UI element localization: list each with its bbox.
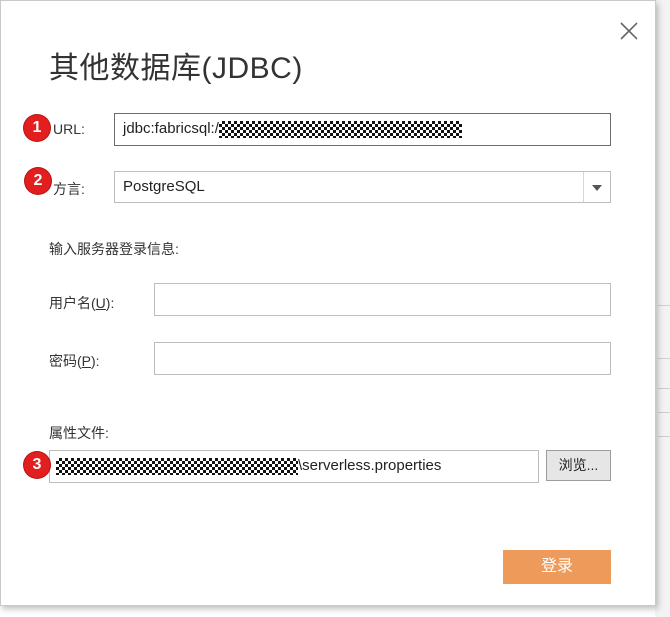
badge-3: 3	[24, 452, 50, 478]
badge-1: 1	[24, 115, 50, 141]
url-input-value: jdbc:fabricsql:/	[123, 120, 219, 137]
background-window	[655, 0, 670, 617]
dialect-label: 方言:	[53, 181, 85, 197]
username-input[interactable]	[154, 283, 611, 316]
url-input[interactable]: jdbc:fabricsql:/	[114, 113, 611, 146]
browse-button[interactable]: 浏览...	[546, 450, 611, 481]
background-divider	[658, 358, 670, 359]
login-button[interactable]: 登录	[503, 550, 611, 584]
username-label: 用户名(U):	[49, 295, 115, 311]
password-label: 密码(P):	[49, 353, 100, 369]
close-icon[interactable]	[617, 19, 641, 43]
properties-file-label: 属性文件:	[49, 425, 109, 441]
url-label: URL:	[53, 121, 85, 137]
dialect-select[interactable]: PostgreSQL	[114, 171, 611, 203]
login-section-heading: 输入服务器登录信息:	[49, 241, 179, 257]
redacted-path-region	[56, 457, 298, 475]
chevron-down-icon[interactable]	[583, 172, 610, 202]
jdbc-connection-dialog: 其他数据库(JDBC) URL: jdbc:fabricsql:/ 1 方言: …	[0, 0, 656, 606]
password-input[interactable]	[154, 342, 611, 375]
background-divider	[658, 412, 670, 413]
background-divider	[658, 388, 670, 389]
background-divider	[658, 436, 670, 437]
dialog-title: 其他数据库(JDBC)	[49, 52, 303, 85]
dialect-selected-value: PostgreSQL	[123, 178, 205, 195]
redacted-url-region	[218, 120, 462, 138]
properties-file-value: \serverless.properties	[298, 457, 442, 474]
background-divider	[658, 305, 670, 306]
badge-2: 2	[25, 168, 51, 194]
properties-file-input[interactable]: \serverless.properties	[49, 450, 539, 483]
